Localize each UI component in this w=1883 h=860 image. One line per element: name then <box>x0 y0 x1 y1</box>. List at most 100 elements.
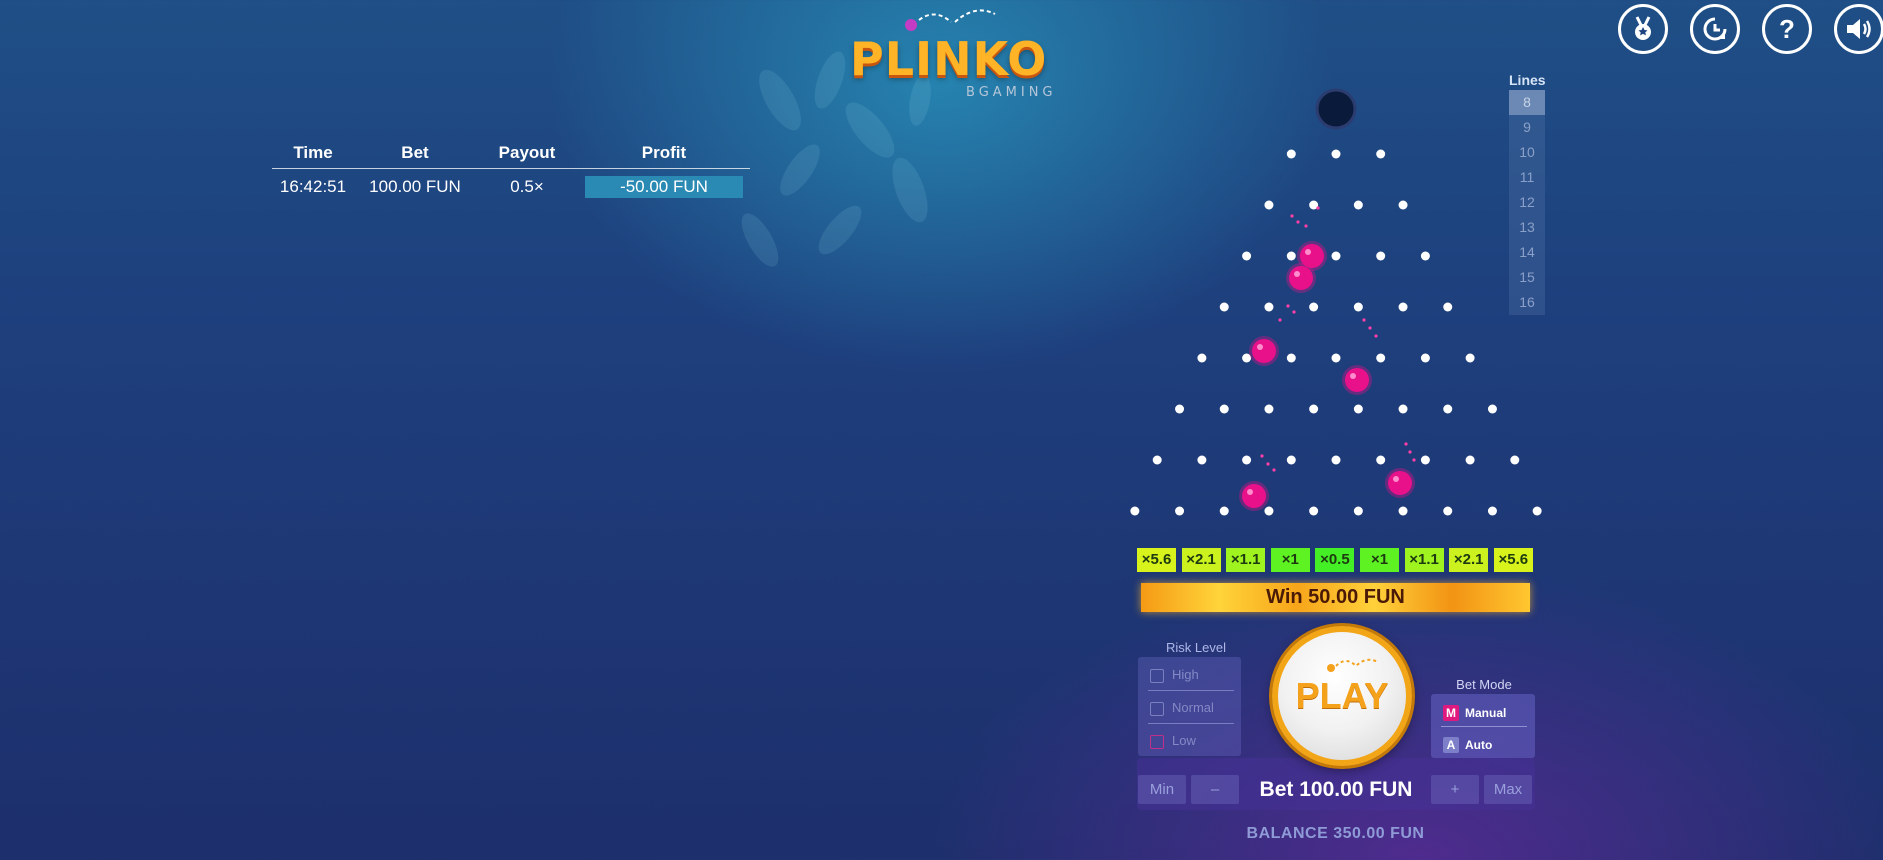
board-canvas <box>1130 88 1542 516</box>
peg <box>1286 353 1296 363</box>
speaker-glyph <box>1847 19 1871 39</box>
peg <box>1398 404 1408 414</box>
peg <box>1152 455 1162 465</box>
bet-mode-auto[interactable]: A Auto <box>1443 733 1492 757</box>
risk-level-title: Risk Level <box>1166 640 1226 655</box>
peg <box>1309 506 1319 516</box>
peg <box>1420 455 1430 465</box>
min-bet-button[interactable]: Min <box>1138 775 1186 804</box>
multiplier-slot: ×2.1 <box>1449 548 1489 572</box>
cell-profit: -50.00 FUN <box>585 176 743 198</box>
bet-mode-title: Bet Mode <box>1456 677 1512 692</box>
play-ball-trail-icon <box>1327 658 1379 672</box>
peg <box>1353 506 1363 516</box>
peg <box>1353 404 1363 414</box>
risk-level-box: High Normal Low <box>1138 657 1241 756</box>
peg <box>1331 251 1341 261</box>
ball-highlight <box>1350 373 1356 379</box>
multiplier-row: ×5.6 ×2.1 ×1.1 ×1 ×0.5 ×1 ×1.1 ×2.1 ×5.6 <box>1137 548 1533 572</box>
peg <box>1353 200 1363 210</box>
spark <box>1260 454 1264 458</box>
peg <box>1242 251 1252 261</box>
peg <box>1286 455 1296 465</box>
logo-subtitle: BGAMING <box>966 85 1057 100</box>
peg <box>1398 200 1408 210</box>
peg <box>1264 302 1274 312</box>
spark <box>1368 326 1372 330</box>
ball-drop-hole-icon <box>1315 88 1357 130</box>
header-bet: Bet <box>401 143 429 162</box>
peg <box>1264 404 1274 414</box>
risk-low-label: Low <box>1172 733 1196 748</box>
risk-option-low[interactable]: Low <box>1150 726 1240 756</box>
play-button[interactable]: PLAY <box>1272 626 1412 766</box>
spark <box>1296 220 1300 224</box>
peg <box>1398 506 1408 516</box>
auto-label: Auto <box>1465 738 1493 752</box>
help-icon[interactable]: ? <box>1762 4 1812 54</box>
control-panel: Risk Level High Normal Low Bet Mode M Man… <box>1137 626 1535 810</box>
peg <box>1465 455 1475 465</box>
peg <box>1130 506 1140 516</box>
bet-mode-manual[interactable]: M Manual <box>1443 701 1506 725</box>
manual-key-icon: M <box>1443 705 1459 721</box>
risk-option-normal[interactable]: Normal <box>1150 693 1240 723</box>
spark <box>1362 318 1366 322</box>
history-clock-icon[interactable] <box>1690 4 1740 54</box>
ball-highlight <box>1294 271 1300 277</box>
peg <box>1420 251 1430 261</box>
lines-title: Lines <box>1509 72 1546 88</box>
ball-highlight <box>1393 476 1399 482</box>
multiplier-slot: ×1 <box>1270 548 1310 572</box>
peg <box>1443 404 1453 414</box>
peg <box>1376 149 1386 159</box>
peg <box>1532 506 1542 516</box>
peg <box>1376 251 1386 261</box>
risk-normal-label: Normal <box>1172 700 1214 715</box>
peg <box>1510 455 1520 465</box>
spark <box>1286 304 1290 308</box>
bet-mode-box: M Manual A Auto <box>1431 694 1535 758</box>
plinko-ball <box>1289 266 1313 290</box>
peg <box>1175 404 1185 414</box>
auto-key-icon: A <box>1443 737 1459 753</box>
risk-normal-icon <box>1150 701 1164 716</box>
risk-option-high[interactable]: High <box>1150 660 1240 690</box>
peg <box>1331 353 1341 363</box>
peg <box>1420 353 1430 363</box>
multiplier-slot: ×1 <box>1360 548 1399 572</box>
max-bet-button[interactable]: Max <box>1484 775 1532 804</box>
peg <box>1219 506 1229 516</box>
decrease-bet-button[interactable]: – <box>1191 775 1239 804</box>
peg <box>1264 506 1274 516</box>
peg <box>1197 455 1207 465</box>
cell-time: 16:42:51 <box>279 177 347 196</box>
peg <box>1376 455 1386 465</box>
spark <box>1408 450 1412 454</box>
peg <box>1465 353 1475 363</box>
table-row: 16:42:51 100.00 FUN 0.5× -50.00 FUN <box>272 169 750 205</box>
peg <box>1487 506 1497 516</box>
spark <box>1272 468 1276 472</box>
lock-icon <box>1150 734 1164 749</box>
peg <box>1331 149 1341 159</box>
speaker-icon[interactable] <box>1834 4 1883 54</box>
plinko-ball <box>1252 339 1276 363</box>
peg <box>1487 404 1497 414</box>
plinko-ball <box>1242 484 1266 508</box>
risk-divider <box>1148 690 1234 691</box>
mode-divider <box>1441 726 1527 727</box>
spark <box>1374 334 1378 338</box>
peg <box>1376 353 1386 363</box>
peg <box>1175 506 1185 516</box>
increase-bet-button[interactable]: + <box>1431 775 1479 804</box>
header-time: Time <box>293 143 333 162</box>
peg <box>1443 506 1453 516</box>
help-glyph: ? <box>1779 13 1795 44</box>
peg <box>1197 353 1207 363</box>
spark <box>1278 318 1282 322</box>
balance: BALANCE 350.00 FUN <box>1246 825 1425 842</box>
cell-payout: 0.5× <box>510 177 544 196</box>
medal-icon[interactable] <box>1618 4 1668 54</box>
multiplier-slot: ×1.1 <box>1404 548 1444 572</box>
